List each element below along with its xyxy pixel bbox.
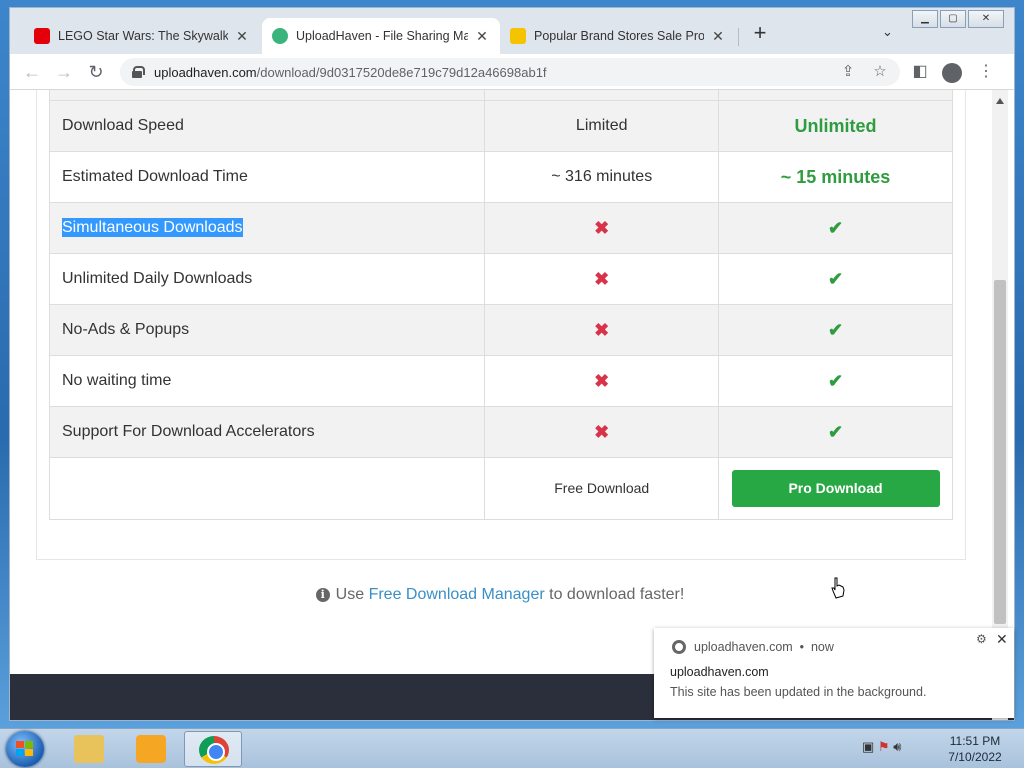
taskbar-explorer[interactable] <box>60 731 118 767</box>
table-row: No-Ads & Popups ✖ ✔ <box>48 304 953 356</box>
pro-download-button[interactable]: Pro Download <box>731 470 940 507</box>
table-row: Download Speed Limited Unlimited <box>48 100 953 152</box>
tab-uploadhaven[interactable]: UploadHaven - File Sharing Mad… ✕ <box>262 18 500 54</box>
back-icon[interactable]: ← <box>20 60 44 84</box>
page-content: Download Speed Limited Unlimited Estimat… <box>10 90 1014 720</box>
taskbar-chrome[interactable] <box>184 731 242 767</box>
browser-toolbar: ← → ↻ uploadhaven.com/download/9d0317520… <box>10 54 1014 90</box>
table-row: Support For Download Accelerators ✖ ✔ <box>48 406 953 458</box>
network-icon[interactable]: ▣ <box>862 739 874 754</box>
taskbar-media-player[interactable] <box>122 731 180 767</box>
feature-label: Support For Download Accelerators <box>48 406 486 458</box>
tab-lego[interactable]: LEGO Star Wars: The Skywalker S… ✕ <box>24 18 260 54</box>
scroll-up-icon[interactable] <box>996 98 1004 104</box>
tab-brand-stores[interactable]: Popular Brand Stores Sale Promo… ✕ <box>500 18 736 54</box>
tab-title: LEGO Star Wars: The Skywalker S… <box>58 29 228 43</box>
table-row: Free Download Pro Download <box>48 457 953 520</box>
close-icon[interactable]: ✕ <box>474 28 490 45</box>
chrome-notification[interactable]: uploadhaven.com • now ⚙ ✕ uploadhaven.co… <box>654 628 1014 718</box>
notification-title: uploadhaven.com <box>670 665 769 679</box>
menu-kebab-icon[interactable]: ⋮ <box>974 60 998 84</box>
close-icon[interactable]: ✕ <box>710 28 726 45</box>
side-panel-icon[interactable]: ◧ <box>908 60 932 84</box>
clock[interactable]: 11:51 PM 7/10/2022 <box>930 733 1020 765</box>
check-icon: ✔ <box>827 217 844 238</box>
free-download-manager-link[interactable]: Free Download Manager <box>369 586 545 603</box>
feature-label: Simultaneous Downloads <box>62 218 243 237</box>
table-row: Unlimited Daily Downloads ✖ ✔ <box>48 253 953 305</box>
minimize-icon[interactable]: ▁ <box>912 10 938 28</box>
scrollbar[interactable] <box>992 90 1008 720</box>
check-icon: ✔ <box>827 370 844 391</box>
forward-icon[interactable]: → <box>52 60 76 84</box>
bookmark-star-icon[interactable]: ☆ <box>868 58 892 86</box>
feature-label: Unlimited Daily Downloads <box>48 253 486 305</box>
folder-icon <box>74 735 104 763</box>
media-player-icon <box>136 735 166 763</box>
address-bar[interactable]: uploadhaven.com/download/9d0317520de8e71… <box>120 58 900 86</box>
cross-icon: ✖ <box>594 370 610 391</box>
profile-avatar-icon[interactable] <box>942 63 962 83</box>
reload-icon[interactable]: ↻ <box>84 60 108 84</box>
cross-icon: ✖ <box>594 268 610 289</box>
share-icon[interactable]: ⇪ <box>836 58 860 86</box>
uploadhaven-favicon-icon <box>272 28 288 44</box>
feature-label: Download Speed <box>48 100 486 152</box>
pro-value: ~ 15 minutes <box>780 166 891 187</box>
feature-label: No waiting time <box>48 355 486 407</box>
gear-icon[interactable]: ⚙ <box>976 632 987 646</box>
free-value: ~ 316 minutes <box>484 151 720 203</box>
window-close-icon[interactable]: ✕ <box>968 10 1004 28</box>
chevron-down-icon[interactable]: ⌄ <box>882 24 893 40</box>
feature-label: Estimated Download Time <box>48 151 486 203</box>
cross-icon: ✖ <box>594 319 610 340</box>
free-value: Limited <box>484 100 720 152</box>
table-row: No waiting time ✖ ✔ <box>48 355 953 407</box>
brand-stores-favicon-icon <box>510 28 526 44</box>
hand-cursor-icon <box>831 577 845 599</box>
tab-title: UploadHaven - File Sharing Mad… <box>296 29 468 43</box>
info-icon: i <box>315 588 330 602</box>
new-tab-button[interactable]: + <box>748 22 772 46</box>
comparison-table: Download Speed Limited Unlimited Estimat… <box>48 90 953 520</box>
chrome-icon <box>672 640 686 654</box>
tab-title: Popular Brand Stores Sale Promo… <box>534 29 704 43</box>
cross-icon: ✖ <box>594 421 610 442</box>
pro-value: Unlimited <box>794 115 877 136</box>
free-download-button[interactable]: Free Download <box>554 480 649 496</box>
check-icon: ✔ <box>827 268 844 289</box>
notification-source: uploadhaven.com • now <box>694 640 834 654</box>
system-tray[interactable]: ▣ ⚑ 🔊︎ <box>862 739 901 755</box>
check-icon: ✔ <box>827 421 844 442</box>
check-icon: ✔ <box>827 319 844 340</box>
windows-logo-icon <box>16 741 34 757</box>
cross-icon: ✖ <box>594 217 610 238</box>
browser-window: LEGO Star Wars: The Skywalker S… ✕ Uploa… <box>10 8 1014 720</box>
notification-message: This site has been updated in the backgr… <box>670 685 927 699</box>
url-text: uploadhaven.com/download/9d0317520de8e71… <box>154 64 547 80</box>
lock-icon <box>132 66 145 78</box>
start-button[interactable] <box>6 731 44 767</box>
table-row: Simultaneous Downloads ✖ ✔ <box>48 202 953 254</box>
tab-strip: LEGO Star Wars: The Skywalker S… ✕ Uploa… <box>10 8 1014 54</box>
lego-favicon-icon <box>34 28 50 44</box>
volume-icon[interactable]: 🔊︎ <box>893 739 901 754</box>
taskbar: ▣ ⚑ 🔊︎ 11:51 PM 7/10/2022 <box>0 728 1024 768</box>
feature-label: No-Ads & Popups <box>48 304 486 356</box>
maximize-icon[interactable]: ▢ <box>940 10 966 28</box>
scroll-thumb[interactable] <box>994 280 1006 624</box>
action-center-icon[interactable]: ⚑ <box>878 739 890 754</box>
close-icon[interactable]: ✕ <box>996 631 1008 648</box>
close-icon[interactable]: ✕ <box>234 28 250 45</box>
chrome-icon <box>199 736 229 764</box>
table-row: Estimated Download Time ~ 316 minutes ~ … <box>48 151 953 203</box>
